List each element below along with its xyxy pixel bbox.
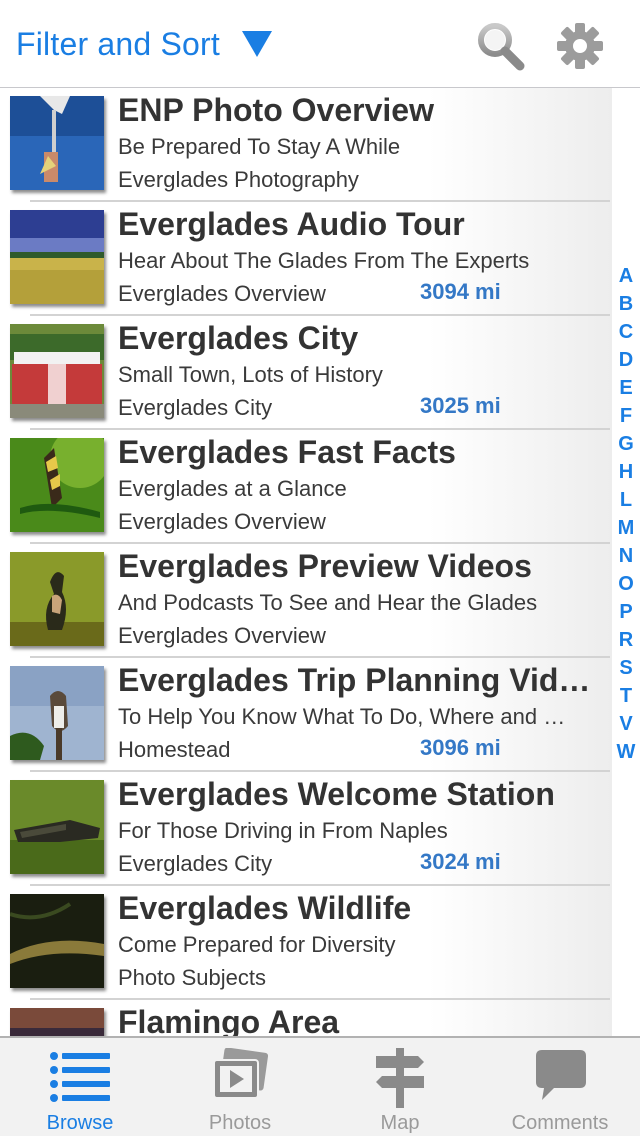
photo-thumbnail [10,894,104,988]
tab-bar: Browse Photos Map Comments [0,1036,640,1136]
item-subtitle: And Podcasts To See and Hear the Glades [118,590,538,615]
index-letter-a[interactable]: A [612,262,640,290]
item-category: Everglades Overview [118,509,326,534]
list-item[interactable]: ENP Photo Overview Be Prepared To Stay A… [0,88,612,202]
speech-bubble-icon [528,1048,592,1108]
item-title: Everglades Wildlife [118,890,412,926]
tab-browse[interactable]: Browse [0,1038,160,1136]
index-letter-w[interactable]: W [612,738,640,766]
index-letter-r[interactable]: R [612,626,640,654]
index-letter-l[interactable]: L [612,486,640,514]
places-list[interactable]: ENP Photo Overview Be Prepared To Stay A… [0,88,612,1036]
item-subtitle: Be Prepared To Stay A While [118,134,401,159]
list-item[interactable]: Everglades Audio Tour Hear About The Gla… [0,202,612,316]
photos-icon [208,1047,272,1108]
list-item[interactable]: Everglades Trip Planning Videos To Help … [0,658,612,772]
filter-and-sort-button[interactable]: Filter and Sort [16,22,272,66]
index-letter-p[interactable]: P [612,598,640,626]
item-title: Everglades Audio Tour [118,206,465,242]
alphabet-index[interactable]: ABCDEFGHLMNOPRSTVW [612,262,640,766]
index-letter-h[interactable]: H [612,458,640,486]
item-category: Everglades City [118,395,273,420]
tab-comments[interactable]: Comments [480,1038,640,1136]
item-subtitle: Small Town, Lots of History [118,362,383,387]
list-item[interactable]: Everglades Preview Videos And Podcasts T… [0,544,612,658]
tab-label: Browse [46,1112,114,1134]
index-letter-n[interactable]: N [612,542,640,570]
item-category: Photo Subjects [118,965,266,990]
index-letter-d[interactable]: D [612,346,640,374]
index-letter-f[interactable]: F [612,402,640,430]
photo-thumbnail [10,438,104,532]
item-title: Flamingo Area [118,1004,340,1036]
photo-thumbnail [10,324,104,418]
item-title: ENP Photo Overview [118,92,434,128]
item-title: Everglades Trip Planning Videos [118,662,598,698]
item-subtitle: Come Prepared for Diversity [118,932,396,957]
item-distance: 3094 mi [420,279,501,304]
photo-thumbnail [10,780,104,874]
item-subtitle: For Those Driving in From Naples [118,818,448,843]
item-distance: 3024 mi [420,849,501,874]
index-letter-o[interactable]: O [612,570,640,598]
gear-icon[interactable] [554,20,606,72]
tab-photos[interactable]: Photos [160,1038,320,1136]
index-letter-c[interactable]: C [612,318,640,346]
item-title: Everglades City [118,320,359,356]
index-letter-m[interactable]: M [612,514,640,542]
item-subtitle: To Help You Know What To Do, Where and W… [118,704,578,729]
index-letter-v[interactable]: V [612,710,640,738]
index-letter-s[interactable]: S [612,654,640,682]
photo-thumbnail [10,666,104,760]
list-item[interactable]: Everglades Welcome Station For Those Dri… [0,772,612,886]
photo-thumbnail [10,552,104,646]
item-title: Everglades Fast Facts [118,434,456,470]
photo-thumbnail [10,210,104,304]
item-category: Everglades Overview [118,623,326,648]
index-letter-e[interactable]: E [612,374,640,402]
filter-and-sort-label: Filter and Sort [16,25,220,62]
list-item[interactable]: Flamingo Area [0,1000,612,1036]
item-category: Everglades Overview [118,281,326,306]
triangle-down-icon [241,31,272,57]
index-letter-t[interactable]: T [612,682,640,710]
item-category: Everglades Photography [118,167,359,192]
tab-map[interactable]: Map [320,1038,480,1136]
search-icon[interactable] [474,20,526,72]
list-item[interactable]: Everglades Fast Facts Everglades at a Gl… [0,430,612,544]
tab-label: Comments [511,1112,609,1134]
list-item[interactable]: Everglades Wildlife Come Prepared for Di… [0,886,612,1000]
tab-label: Map [380,1112,420,1134]
item-category: Homestead [118,737,231,762]
item-category: Everglades City [118,851,273,876]
index-letter-b[interactable]: B [612,290,640,318]
nav-header: Filter and Sort [0,0,640,88]
list-icon [48,1048,112,1108]
signpost-icon [368,1048,432,1108]
item-subtitle: Hear About The Glades From The Experts [118,248,530,273]
index-letter-g[interactable]: G [612,430,640,458]
item-title: Everglades Welcome Station [118,776,555,812]
item-distance: 3025 mi [420,393,501,418]
photo-thumbnail [10,1008,104,1036]
item-subtitle: Everglades at a Glance [118,476,347,501]
tab-label: Photos [208,1112,272,1134]
item-distance: 3096 mi [420,735,501,760]
item-title: Everglades Preview Videos [118,548,532,584]
photo-thumbnail [10,96,104,190]
list-item[interactable]: Everglades City Small Town, Lots of Hist… [0,316,612,430]
